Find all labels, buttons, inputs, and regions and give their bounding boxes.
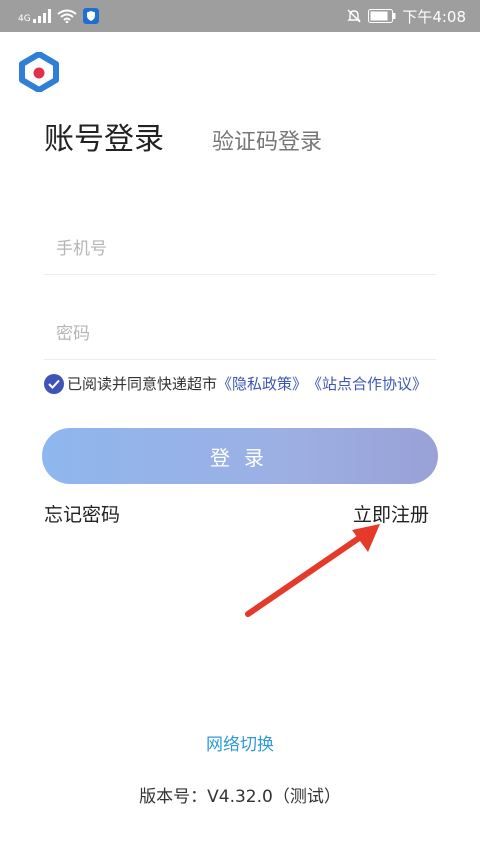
red-arrow-annotation-icon xyxy=(245,524,380,617)
tab-account-login[interactable]: 账号登录 xyxy=(44,114,164,158)
agreement-text: 已阅读并同意快递超市 xyxy=(67,375,218,393)
checkmark-icon xyxy=(48,379,60,389)
site-agreement-link[interactable]: 《站点合作协议》 xyxy=(307,373,427,394)
status-bar: 4G 下午4:08 xyxy=(0,0,480,32)
phone-field xyxy=(44,224,436,275)
login-button[interactable]: 登录 xyxy=(42,428,438,484)
agreement-row: 已阅读并同意快递超市 《隐私政策》 《站点合作协议》 xyxy=(44,373,427,394)
status-right: 下午4:08 xyxy=(346,6,466,27)
status-left: 4G xyxy=(18,8,99,24)
app-logo-icon xyxy=(19,52,59,92)
version-label: 版本号：V4.32.0（测试） xyxy=(139,787,341,807)
wifi-icon xyxy=(57,9,77,23)
signal-icon xyxy=(32,9,51,23)
network-type-label: 4G xyxy=(18,14,31,24)
network-switch-link[interactable]: 网络切换 xyxy=(0,730,480,755)
status-time: 下午4:08 xyxy=(402,7,466,26)
tab-code-login[interactable]: 验证码登录 xyxy=(212,124,322,156)
phone-input[interactable] xyxy=(44,239,436,259)
battery-icon xyxy=(368,9,396,23)
password-field xyxy=(44,309,436,360)
password-input[interactable] xyxy=(44,324,436,344)
shield-app-icon xyxy=(82,8,99,24)
agreement-checkbox[interactable] xyxy=(44,373,64,394)
privacy-policy-link[interactable]: 《隐私政策》 xyxy=(217,373,307,394)
mute-bell-icon xyxy=(347,9,362,23)
forgot-password-link[interactable]: 忘记密码 xyxy=(44,500,120,527)
